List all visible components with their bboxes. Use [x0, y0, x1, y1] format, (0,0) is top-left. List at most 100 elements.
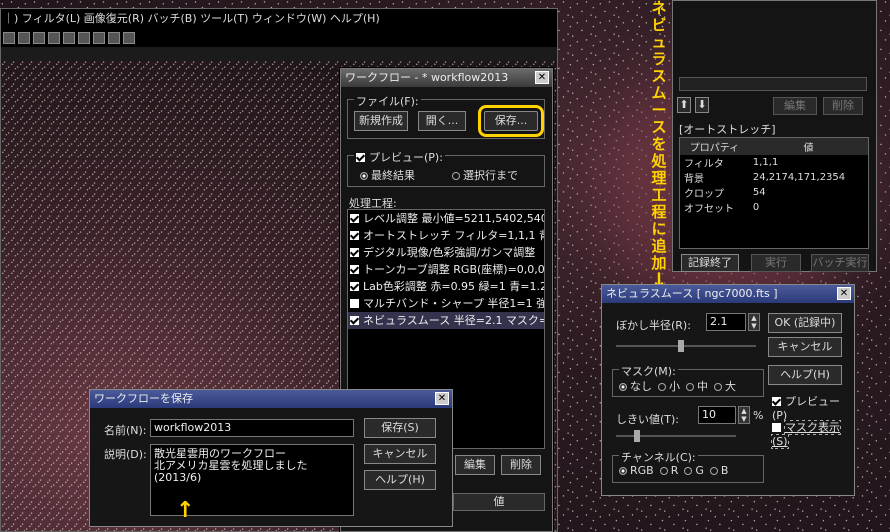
workflow-title-bar[interactable]: ワークフロー - * workflow2013 ✕ — [341, 69, 552, 87]
checkbox-icon[interactable] — [350, 299, 359, 308]
threshold-spinner[interactable]: ▲ ▼ — [738, 406, 750, 424]
mask-show-label: マスク表示(S) — [771, 420, 841, 449]
cancel-button[interactable]: キャンセル — [768, 337, 842, 357]
arrow-up-icon: ↑ — [176, 498, 195, 523]
run-button[interactable]: 実行 — [751, 254, 801, 272]
radio-label: 小 — [669, 380, 680, 393]
threshold-slider[interactable] — [616, 430, 736, 442]
value-cell: 1,1,1 — [752, 157, 779, 168]
toolbar-icon[interactable] — [93, 32, 105, 44]
preview-checkbox[interactable] — [356, 153, 365, 162]
new-button[interactable]: 新規作成 — [354, 111, 408, 131]
checkbox-icon[interactable] — [350, 282, 359, 291]
radio-icon — [619, 383, 627, 391]
checkbox-icon[interactable] — [350, 265, 359, 274]
checkbox-icon[interactable] — [350, 316, 359, 325]
edit-button[interactable]: 編集 — [455, 455, 495, 475]
preview-checkbox[interactable]: プレビュー(P) — [772, 393, 854, 422]
radio-option[interactable]: B — [709, 464, 728, 477]
table-row[interactable]: クロップ 54 — [680, 185, 868, 200]
toolbar-icon[interactable] — [48, 32, 60, 44]
radio-icon — [709, 467, 718, 475]
radio-option[interactable]: R — [659, 464, 678, 477]
table-row[interactable]: フィルタ 1,1,1 — [680, 155, 868, 170]
toolbar-icon[interactable] — [63, 32, 75, 44]
delete-button[interactable]: 削除 — [823, 97, 863, 115]
move-down-icon[interactable]: ⬇ — [695, 97, 709, 113]
step-label: レベル調整 最小値=5211,5402,5402 — [363, 212, 545, 225]
menu-bar[interactable]: ｜) フィルタ(L) 画像復元(R) バッチ(B) ツール(T) ウィンドウ(W… — [1, 9, 557, 29]
name-input[interactable]: workflow2013 — [150, 419, 354, 437]
desc-line: (2013/6) — [154, 471, 202, 484]
radius-input[interactable]: 2.1 — [706, 313, 746, 331]
radio-icon — [659, 467, 668, 475]
step-item[interactable]: デジタル現像/色彩強調/ガンマ調整 — [348, 244, 544, 261]
step-item[interactable]: マルチバンド・シャープ 半径1=1 強さ1 — [348, 295, 544, 312]
nebula-title-bar[interactable]: ネビュラスムース [ ngc7000.fts ] ✕ — [602, 285, 854, 303]
toolbar-icon[interactable] — [123, 32, 135, 44]
batch-run-button[interactable]: バッチ実行 — [811, 254, 869, 272]
threshold-label: しきい値(T): — [616, 413, 680, 426]
step-label: トーンカーブ調整 RGB(座標)=0,0,0,2 — [363, 263, 545, 276]
cancel-button[interactable]: キャンセル — [364, 444, 436, 464]
table-row[interactable]: オフセット 0 — [680, 200, 868, 215]
step-label: マルチバンド・シャープ 半径1=1 強さ1 — [363, 297, 545, 310]
radio-option[interactable]: G — [684, 464, 704, 477]
radio-label: なし — [630, 380, 652, 393]
radio-option[interactable]: なし — [619, 380, 652, 393]
close-icon[interactable]: ✕ — [435, 392, 449, 405]
slider-thumb[interactable] — [678, 340, 684, 352]
help-button[interactable]: ヘルプ(H) — [768, 365, 842, 385]
delete-button[interactable]: 削除 — [501, 455, 541, 475]
end-recording-button[interactable]: 記録終了 — [681, 254, 739, 272]
section-label: [オートストレッチ] — [679, 123, 776, 136]
radio-label: 大 — [725, 380, 736, 393]
step-item[interactable]: レベル調整 最小値=5211,5402,5402 — [348, 210, 544, 227]
mask-show-checkbox[interactable]: マスク表示(S) — [771, 419, 854, 449]
radius-slider[interactable] — [616, 340, 756, 352]
toolbar-icon[interactable] — [78, 32, 90, 44]
horizontal-scrollbar[interactable] — [679, 77, 867, 91]
checkbox-icon[interactable] — [350, 214, 359, 223]
table-row[interactable]: 背景 24,2174,171,2354 — [680, 170, 868, 185]
radio-option[interactable]: 小 — [658, 380, 680, 393]
move-up-icon[interactable]: ⬆ — [677, 97, 691, 113]
toolbar-icon[interactable] — [18, 32, 30, 44]
radius-spinner[interactable]: ▲ ▼ — [748, 313, 760, 331]
step-item[interactable]: ネビュラスムース 半径=2.1 マスク=なし — [348, 312, 544, 329]
column-header-value: 値 — [453, 493, 545, 511]
radio-selected[interactable]: 選択行まで — [452, 167, 518, 183]
edit-button[interactable]: 編集 — [773, 97, 817, 115]
radio-option[interactable]: 大 — [714, 380, 736, 393]
open-button[interactable]: 開く... — [418, 111, 466, 131]
save-title-bar[interactable]: ワークフローを保存 ✕ — [90, 390, 452, 408]
checkbox-icon — [772, 397, 781, 406]
close-icon[interactable]: ✕ — [837, 287, 851, 300]
save-button[interactable]: 保存... — [478, 105, 544, 137]
value-cell: 54 — [752, 187, 766, 198]
radio-final[interactable]: 最終結果 — [360, 167, 415, 183]
step-item[interactable]: オートストレッチ フィルタ=1,1,1 背景=2 — [348, 227, 544, 244]
channel-group: チャンネル(C): RGB R G B — [612, 449, 764, 483]
threshold-input[interactable]: 10 — [698, 406, 736, 424]
step-item[interactable]: トーンカーブ調整 RGB(座標)=0,0,0,2 — [348, 261, 544, 278]
checkbox-icon[interactable] — [350, 248, 359, 257]
radio-option[interactable]: 中 — [686, 380, 708, 393]
step-item[interactable]: Lab色彩調整 赤=0.95 緑=1 青=1.2 — [348, 278, 544, 295]
threshold-unit: % — [753, 409, 764, 422]
toolbar-icon[interactable] — [33, 32, 45, 44]
toolbar-icon[interactable] — [108, 32, 120, 44]
save-button[interactable]: 保存(S) — [364, 418, 436, 438]
radio-label: 中 — [697, 380, 708, 393]
property-cell: フィルタ — [684, 159, 724, 170]
help-button[interactable]: ヘルプ(H) — [364, 470, 436, 490]
ok-button[interactable]: OK (記録中) — [768, 313, 842, 333]
workflow-title: ワークフロー - * workflow2013 — [345, 71, 509, 84]
checkbox-icon[interactable] — [350, 231, 359, 240]
close-icon[interactable]: ✕ — [535, 71, 549, 84]
radio-option[interactable]: RGB — [619, 464, 654, 477]
channel-group-label: チャンネル(C): — [619, 449, 698, 465]
radius-label: ぼかし半径(R): — [616, 319, 691, 332]
toolbar-icon[interactable] — [3, 32, 15, 44]
slider-thumb[interactable] — [634, 430, 640, 442]
